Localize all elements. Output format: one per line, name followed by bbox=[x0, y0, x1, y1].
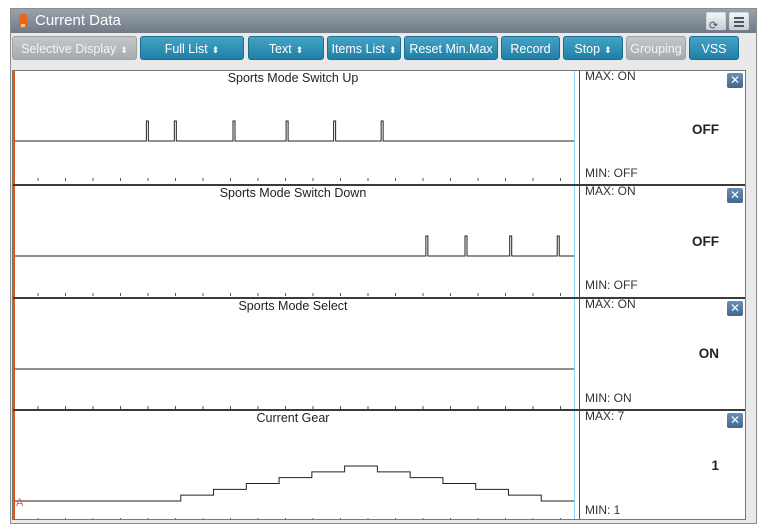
record-button[interactable]: Record bbox=[501, 36, 560, 60]
lane-max-label: MAX: ON bbox=[585, 70, 636, 83]
updown-icon: ⬍ bbox=[604, 45, 612, 55]
stop-label: Stop bbox=[574, 42, 601, 56]
lane-title: Sports Mode Select bbox=[238, 299, 348, 313]
text-label: Text bbox=[268, 42, 292, 56]
lane-sports-mode-switch-down: Sports Mode Switch Down MAX: ON MIN: OFF… bbox=[13, 184, 745, 298]
lane-max-label: MAX: 7 bbox=[585, 409, 625, 423]
menu-icon bbox=[734, 17, 744, 19]
lane-current-value: ON bbox=[698, 346, 719, 361]
vss-button[interactable]: VSS bbox=[689, 36, 739, 60]
lane-current-gear: Current Gear MAX: 7 MIN: 1 1 ✕ bbox=[13, 409, 745, 519]
grouping-button[interactable]: Grouping bbox=[626, 36, 686, 60]
selective-display-label: Selective Display bbox=[21, 42, 117, 56]
items-list-label: Items List bbox=[331, 42, 385, 56]
origin-marker-label: A bbox=[16, 497, 24, 509]
items-list-button[interactable]: Items List ⬍ bbox=[327, 36, 401, 60]
lane-title: Sports Mode Switch Up bbox=[227, 71, 359, 85]
app-icon bbox=[19, 14, 27, 28]
lane-title: Current Gear bbox=[256, 411, 330, 425]
close-icon[interactable]: ✕ bbox=[727, 73, 743, 88]
close-icon[interactable]: ✕ bbox=[727, 413, 743, 428]
stop-button[interactable]: Stop ⬍ bbox=[563, 36, 623, 60]
text-button[interactable]: Text ⬍ bbox=[248, 36, 324, 60]
updown-icon: ⬍ bbox=[120, 45, 128, 55]
vss-label: VSS bbox=[701, 42, 727, 56]
lane-title: Sports Mode Switch Down bbox=[219, 186, 367, 200]
lane-current-value: 1 bbox=[711, 458, 719, 473]
selective-display-button[interactable]: Selective Display ⬍ bbox=[12, 36, 137, 60]
updown-icon: ⬍ bbox=[295, 45, 304, 55]
lane-min-label: MIN: OFF bbox=[585, 278, 638, 292]
lane-sports-mode-switch-up: Sports Mode Switch Up MAX: ON MIN: OFF O… bbox=[13, 71, 745, 183]
menu-button[interactable] bbox=[729, 12, 749, 30]
window-title: Current Data bbox=[35, 12, 121, 29]
record-label: Record bbox=[510, 42, 551, 56]
reset-min-max-button[interactable]: Reset Min.Max bbox=[404, 36, 498, 60]
close-icon[interactable]: ✕ bbox=[727, 188, 743, 203]
reset-min-max-label: Reset Min.Max bbox=[409, 42, 493, 56]
title-bar: Current Data ⟳ bbox=[11, 9, 756, 33]
updown-icon: ⬍ bbox=[211, 45, 220, 55]
retry-icon: ⟳ bbox=[709, 20, 719, 32]
lane-max-label: MAX: ON bbox=[585, 184, 636, 198]
retry-button[interactable]: ⟳ bbox=[706, 12, 726, 32]
graph-panel: Sports Mode Switch Up MAX: ON MIN: OFF O… bbox=[12, 70, 746, 520]
lane-current-value: OFF bbox=[692, 234, 719, 249]
full-list-label: Full List bbox=[164, 42, 208, 56]
full-list-button[interactable]: Full List ⬍ bbox=[140, 36, 244, 60]
lane-max-label: MAX: ON bbox=[585, 297, 636, 311]
lane-min-label: MIN: ON bbox=[585, 391, 632, 405]
lane-min-label: MIN: OFF bbox=[585, 166, 638, 180]
updown-icon: ⬍ bbox=[388, 45, 397, 55]
lane-current-value: OFF bbox=[692, 122, 719, 137]
close-icon[interactable]: ✕ bbox=[727, 301, 743, 316]
lane-min-label: MIN: 1 bbox=[585, 503, 621, 517]
lane-sports-mode-select: Sports Mode Select MAX: ON MIN: ON ON ✕ bbox=[13, 297, 745, 411]
grouping-label: Grouping bbox=[630, 42, 682, 56]
